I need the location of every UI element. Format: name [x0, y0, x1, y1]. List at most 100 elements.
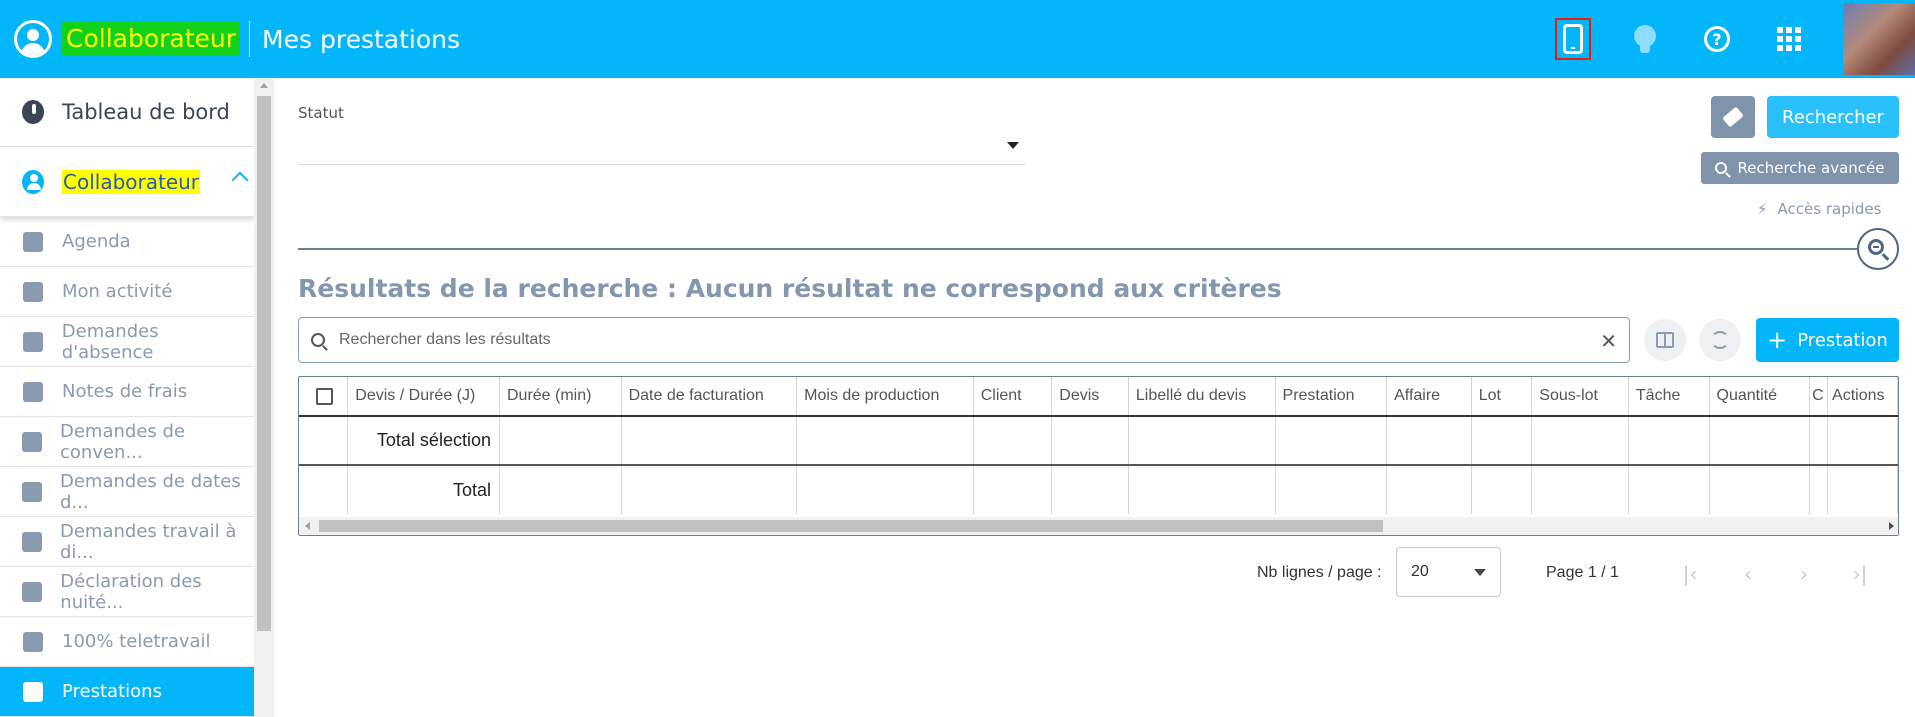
column-header[interactable]: Tâche: [1628, 377, 1710, 417]
sidebar-item-travail-distance[interactable]: Demandes travail à di...: [0, 517, 254, 567]
first-page-icon[interactable]: |‹: [1678, 562, 1702, 586]
statut-select[interactable]: [298, 128, 1025, 165]
apps-button[interactable]: [1771, 19, 1807, 59]
column-header[interactable]: Date de facturation: [621, 377, 798, 417]
tips-button[interactable]: [1627, 19, 1663, 59]
select-all-checkbox[interactable]: [316, 387, 333, 405]
sidebar-item-dashboard[interactable]: Tableau de bord: [0, 78, 254, 147]
results-title: Résultats de la recherche : Aucun résult…: [298, 274, 1282, 303]
sidebar-item-prestations[interactable]: Prestations: [0, 667, 254, 717]
search-button[interactable]: Rechercher: [1767, 96, 1899, 138]
table-header-row: Devis / Durée (J) Durée (min) Date de fa…: [299, 377, 1898, 417]
refresh-icon: [1711, 331, 1729, 349]
column-header[interactable]: Mois de production: [796, 377, 974, 417]
column-header[interactable]: Actions: [1827, 377, 1898, 417]
sidebar-item-teletravail[interactable]: 100% teletravail: [0, 617, 254, 667]
select-all-header[interactable]: [299, 377, 349, 417]
sidebar-item-label: Déclaration des nuité...: [60, 570, 202, 613]
caret-down-icon: [1007, 142, 1019, 149]
mobile-view-button[interactable]: [1555, 18, 1591, 60]
sidebar-item-label: Demandes de conven...: [60, 420, 186, 463]
calendar-clock-icon: [23, 231, 43, 252]
refresh-button[interactable]: [1699, 319, 1741, 361]
bolt-icon: ⚡: [1757, 200, 1768, 218]
top-bar: Collaborateur Mes prestations ?: [0, 0, 1915, 78]
sidebar-item-label: Agenda: [62, 231, 131, 252]
moon-icon: [22, 581, 43, 602]
advanced-search-label: Recherche avancée: [1737, 159, 1885, 177]
sidebar-scrollbar[interactable]: [254, 78, 274, 717]
sidebar-item-absences[interactable]: Demandes d'absence: [0, 317, 254, 367]
sidebar-item-label: Mon activité: [62, 281, 173, 302]
advanced-search-button[interactable]: Recherche avancée: [1701, 152, 1899, 184]
sidebar-item-notes-de-frais[interactable]: Notes de frais: [0, 367, 254, 417]
scroll-right-icon[interactable]: [1889, 522, 1894, 530]
chevron-up-icon: [231, 171, 249, 189]
calendar-x-icon: [22, 331, 43, 352]
calendar-user-icon: [23, 281, 43, 302]
previous-page-icon[interactable]: ‹: [1736, 562, 1760, 586]
sidebar-item-agenda[interactable]: Agenda: [0, 217, 254, 267]
scrollbar-thumb[interactable]: [257, 96, 271, 631]
hand-icon: [23, 681, 43, 702]
column-header[interactable]: Devis / Durée (J): [347, 377, 500, 417]
add-prestation-button[interactable]: + Prestation: [1756, 318, 1899, 362]
dashboard-icon: [22, 100, 44, 124]
page-title: Mes prestations: [262, 24, 461, 54]
results-table: Devis / Durée (J) Durée (min) Date de fa…: [298, 376, 1899, 536]
sidebar-item-mon-activite[interactable]: Mon activité: [0, 267, 254, 317]
sidebar-item-label: Demandes travail à di...: [60, 520, 237, 563]
eraser-icon: [1722, 106, 1744, 128]
column-header[interactable]: Durée (min): [499, 377, 622, 417]
columns-button[interactable]: [1644, 319, 1686, 361]
column-header[interactable]: Affaire: [1386, 377, 1472, 417]
statut-label: Statut: [298, 104, 344, 122]
user-circle-icon[interactable]: [14, 20, 52, 58]
collapse-filters-button[interactable]: [1857, 228, 1899, 270]
user-icon: [22, 169, 44, 194]
help-icon: ?: [1704, 26, 1730, 52]
caret-down-icon: [1474, 569, 1486, 576]
rows-per-page-select[interactable]: 20: [1396, 547, 1501, 597]
search-icon: [311, 333, 325, 347]
scrollbar-thumb[interactable]: [319, 520, 1383, 532]
sidebar-item-label: Tableau de bord: [62, 100, 230, 124]
apps-grid-icon: [1777, 27, 1801, 51]
phone-icon: [1563, 24, 1583, 54]
column-header[interactable]: Libellé du devis: [1128, 377, 1276, 417]
column-header[interactable]: Devis: [1051, 377, 1129, 417]
app-brand[interactable]: Collaborateur: [62, 22, 241, 56]
chat-icon: [22, 481, 42, 502]
sidebar-item-dates[interactable]: Demandes de dates d...: [0, 467, 254, 517]
scroll-left-icon[interactable]: [305, 522, 310, 530]
sidebar-item-conventions[interactable]: Demandes de conven...: [0, 417, 254, 467]
clear-filters-button[interactable]: [1711, 96, 1755, 138]
badge-icon: [23, 631, 43, 652]
column-header[interactable]: Quantité: [1709, 377, 1811, 417]
table-horizontal-scrollbar[interactable]: [299, 517, 1898, 535]
quick-access-label: Accès rapides: [1777, 200, 1882, 218]
quick-access-link[interactable]: ⚡ Accès rapides: [1757, 200, 1881, 218]
scroll-up-icon[interactable]: [260, 83, 268, 88]
sidebar-item-nuitees[interactable]: Déclaration des nuité...: [0, 567, 254, 617]
last-page-icon[interactable]: ›|: [1848, 562, 1872, 586]
column-header[interactable]: Client: [973, 377, 1053, 417]
sidebar-section-label: Collaborateur: [62, 169, 201, 194]
brand-separator: [249, 21, 251, 57]
column-header[interactable]: Lot: [1471, 377, 1533, 417]
total-label: Total: [347, 465, 500, 514]
rows-per-page-label: Nb lignes / page :: [1257, 564, 1382, 581]
close-icon[interactable]: ✕: [1600, 329, 1617, 353]
results-search-input[interactable]: [339, 331, 1559, 349]
sidebar-item-label: Prestations: [62, 681, 162, 702]
sidebar-section-collaborateur[interactable]: Collaborateur: [0, 147, 254, 217]
results-search-box[interactable]: ✕: [298, 317, 1630, 363]
zoom-out-icon: [1868, 239, 1884, 255]
column-header[interactable]: Sous-lot: [1531, 377, 1629, 417]
column-header[interactable]: C: [1809, 377, 1829, 417]
next-page-icon[interactable]: ›: [1792, 562, 1816, 586]
column-header[interactable]: Prestation: [1275, 377, 1388, 417]
avatar[interactable]: [1843, 3, 1915, 75]
help-button[interactable]: ?: [1699, 19, 1735, 59]
total-selection-label: Total sélection: [347, 416, 500, 466]
